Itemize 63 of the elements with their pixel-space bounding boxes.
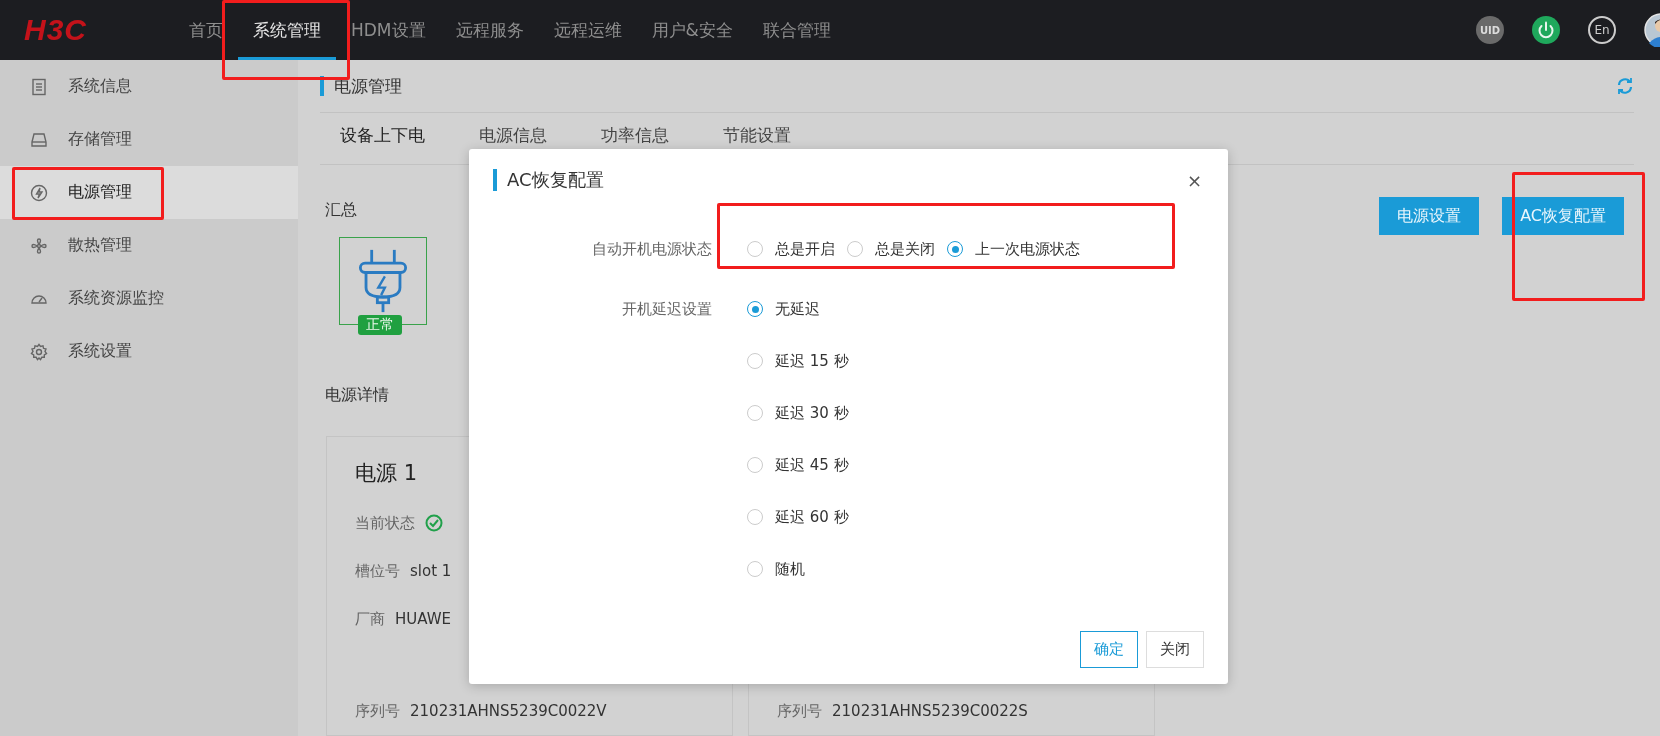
- tab[interactable]: 设备上下电: [340, 124, 425, 147]
- sidebar-item[interactable]: 存储管理: [0, 113, 298, 166]
- field-value: 210231AHNS5239C0022V: [410, 702, 607, 720]
- field-label: 序列号: [355, 701, 400, 721]
- radio-button[interactable]: [747, 241, 763, 257]
- card-title: 电源 1: [355, 461, 418, 485]
- power-icon: [30, 183, 48, 202]
- radio-button[interactable]: [747, 561, 763, 577]
- sidebar-item[interactable]: 系统资源监控: [0, 272, 298, 325]
- sidebar-item[interactable]: 系统设置: [0, 325, 298, 378]
- nav-tab[interactable]: 联合管理: [747, 0, 846, 60]
- document-icon: [30, 77, 48, 96]
- radio-option[interactable]: 总是关闭: [847, 223, 935, 275]
- field-label: 开机延迟设置: [621, 299, 712, 320]
- dialog-title: AC恢复配置: [493, 169, 604, 191]
- sidebar-item[interactable]: 系统信息: [0, 60, 298, 113]
- refresh-icon[interactable]: [1616, 77, 1634, 95]
- radio-option[interactable]: 延迟 15 秒: [747, 335, 849, 387]
- tab[interactable]: 电源信息: [479, 124, 547, 147]
- section-title: 汇总: [324, 199, 357, 221]
- radio-option[interactable]: 延迟 45 秒: [747, 439, 849, 491]
- field-label: 自动开机电源状态: [591, 239, 712, 260]
- nav-tab[interactable]: 用户&安全: [636, 0, 748, 60]
- field-label: 厂商: [355, 609, 385, 629]
- page-title: 电源管理: [320, 76, 402, 96]
- radio-button[interactable]: [847, 241, 863, 257]
- radio-option[interactable]: 上一次电源状态: [947, 223, 1080, 275]
- radio-button[interactable]: [747, 353, 763, 369]
- nav-tab[interactable]: 首页: [174, 0, 238, 60]
- radio-option[interactable]: 总是开启: [747, 223, 835, 275]
- settings-icon: [30, 342, 48, 361]
- radio-option[interactable]: 无延迟: [747, 283, 849, 335]
- field-label: 序列号: [777, 701, 822, 721]
- language-button[interactable]: En: [1588, 16, 1616, 44]
- nav-tab[interactable]: 远程服务: [440, 0, 539, 60]
- sidebar-item[interactable]: 散热管理: [0, 219, 298, 272]
- radio-button[interactable]: [747, 509, 763, 525]
- sidebar-item[interactable]: 电源管理: [0, 166, 298, 219]
- logo: H3C: [24, 13, 88, 47]
- field-value: HUAWE: [395, 610, 451, 628]
- uid-button[interactable]: UID: [1476, 16, 1504, 44]
- dialog-button[interactable]: 关闭: [1146, 631, 1204, 668]
- section-title: 电源详情: [324, 385, 390, 406]
- power-icon[interactable]: [1532, 16, 1560, 44]
- radio-option[interactable]: 随机: [747, 543, 849, 595]
- radio-option[interactable]: 延迟 60 秒: [747, 491, 849, 543]
- radio-button[interactable]: [747, 405, 763, 421]
- radio-button[interactable]: [747, 301, 763, 317]
- nav-tab[interactable]: HDM设置: [336, 0, 441, 60]
- fan-icon: [30, 236, 48, 255]
- radio-option[interactable]: 延迟 30 秒: [747, 387, 849, 439]
- nav-tab[interactable]: 远程运维: [538, 0, 637, 60]
- field-label: 当前状态: [355, 513, 415, 533]
- status-badge: 正常: [358, 315, 402, 335]
- field-value: slot 1: [410, 562, 452, 580]
- check-icon: [425, 514, 443, 532]
- tab[interactable]: 节能设置: [723, 124, 791, 147]
- field-value: 210231AHNS5239C0022S: [832, 702, 1028, 720]
- radio-button[interactable]: [747, 457, 763, 473]
- close-button[interactable]: ×: [1182, 169, 1206, 191]
- radio-button[interactable]: [947, 241, 963, 257]
- tab[interactable]: 功率信息: [601, 124, 669, 147]
- field-label: 槽位号: [355, 561, 400, 581]
